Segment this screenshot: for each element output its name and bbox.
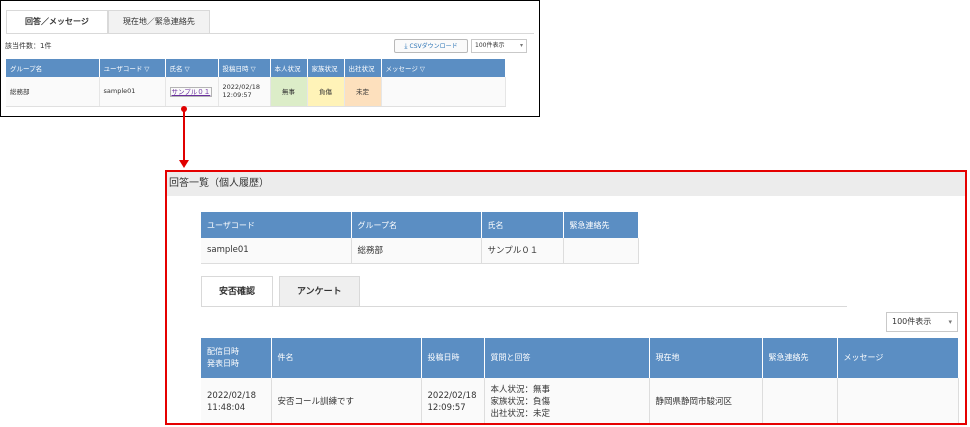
col-posted[interactable]: 投稿日時 ▽: [218, 59, 271, 77]
answer-self: 本人状況：無事: [490, 385, 551, 395]
tab-divider: [201, 306, 847, 307]
arrow-down-icon: [179, 160, 189, 168]
tab-responses-messages[interactable]: 回答／メッセージ: [6, 10, 108, 34]
chevron-down-icon: ▾: [948, 318, 952, 326]
col-group: グループ名: [6, 59, 100, 77]
cell-posted: 2022/02/18 12:09:57: [421, 378, 485, 423]
cell-name: サンプル０１: [481, 238, 564, 264]
download-icon: ⤓: [404, 42, 408, 50]
response-history-table: 配信日時 発表日時 件名 投稿日時 質問と回答 現在地 緊急連絡先 メッセージ …: [201, 338, 959, 423]
tab-survey[interactable]: アンケート: [279, 276, 360, 306]
arrow-line: [183, 108, 185, 162]
tab-safety-check[interactable]: 安否確認: [201, 276, 274, 306]
tab-divider: [6, 33, 534, 34]
csv-download-button[interactable]: ⤓ CSVダウンロード: [394, 39, 468, 53]
answer-family: 家族状況：負傷: [490, 397, 551, 407]
col-office-status: 出社状況: [344, 59, 382, 77]
user-name-link[interactable]: サンプル０１: [169, 87, 213, 98]
col-user-code[interactable]: ユーザコード ▽: [99, 59, 166, 77]
chevron-down-icon: ▾: [519, 42, 523, 49]
page-size-value: 100件表示: [475, 42, 505, 49]
col-user-code: ユーザコード: [201, 212, 352, 238]
table-header-row: グループ名 ユーザコード ▽ 氏名 ▽ 投稿日時 ▽ 本人状況 家族状況 出社状…: [6, 59, 506, 77]
detail-tab-bar: 安否確認 アンケート: [201, 276, 366, 306]
col-emergency: 緊急連絡先: [762, 338, 838, 378]
cell-emergency: [563, 238, 639, 264]
cell-location: 静岡県静岡市駿河区: [649, 378, 763, 423]
col-announced-label: 発表日時: [207, 359, 239, 368]
status-badge-office: 未定: [344, 77, 382, 107]
cell-user-code: sample01: [99, 77, 166, 107]
cell-subject: 安否コール訓練です: [271, 378, 422, 423]
col-qa: 質問と回答: [484, 338, 650, 378]
cell-qa: 本人状況：無事 家族状況：負傷 出社状況：未定: [484, 378, 650, 423]
answer-office: 出社状況：未定: [490, 409, 551, 419]
top-screenshot-panel: 回答／メッセージ 現在地／緊急連絡先 該当件数：1件 ⤓ CSVダウンロード 10…: [0, 0, 540, 117]
cell-user-code: sample01: [201, 238, 352, 264]
result-count: 該当件数：1件: [5, 42, 52, 50]
cell-group: 総務部: [351, 238, 482, 264]
col-name[interactable]: 氏名 ▽: [165, 59, 219, 77]
status-badge-self: 無事: [270, 77, 308, 107]
cell-emergency: [762, 378, 838, 423]
table-row: 総務部 sample01 サンプル０１ 2022/02/18 12:09:57 …: [6, 77, 506, 107]
cell-delivered: 2022/02/18 11:48:04: [201, 378, 272, 423]
detail-screenshot-panel: 回答一覧（個人履歴） ユーザコード グループ名 氏名 緊急連絡先 sample0…: [165, 170, 967, 425]
col-location: 現在地: [649, 338, 763, 378]
table-header-row: ユーザコード グループ名 氏名 緊急連絡先: [201, 212, 639, 238]
page-size-select[interactable]: 100件表示 ▾: [471, 39, 527, 53]
cell-message: [837, 378, 959, 423]
cell-posted: 2022/02/18 12:09:57: [218, 77, 271, 107]
col-delivered: 配信日時 発表日時: [201, 338, 272, 378]
table-row: 2022/02/18 11:48:04 安否コール訓練です 2022/02/18…: [201, 378, 959, 423]
table-header-row: 配信日時 発表日時 件名 投稿日時 質問と回答 現在地 緊急連絡先 メッセージ: [201, 338, 959, 378]
page-title: 回答一覧（個人履歴）: [167, 172, 965, 196]
page-size-select[interactable]: 100件表示 ▾: [886, 312, 958, 332]
posted-date: 2022/02/18: [427, 391, 477, 401]
cell-group: 総務部: [6, 77, 100, 107]
col-name: 氏名: [481, 212, 564, 238]
delivered-time: 11:48:04: [207, 403, 246, 413]
status-badge-family: 負傷: [307, 77, 345, 107]
response-list-table: グループ名 ユーザコード ▽ 氏名 ▽ 投稿日時 ▽ 本人状況 家族状況 出社状…: [6, 59, 506, 107]
col-group: グループ名: [351, 212, 482, 238]
cell-name: サンプル０１: [165, 77, 219, 107]
col-family-status: 家族状況: [307, 59, 345, 77]
table-row: sample01 総務部 サンプル０１: [201, 238, 639, 264]
posted-time: 12:09:57: [427, 403, 466, 413]
col-message[interactable]: メッセージ ▽: [381, 59, 506, 77]
top-tab-bar: 回答／メッセージ 現在地／緊急連絡先: [6, 10, 210, 34]
page-size-value: 100件表示: [892, 317, 932, 326]
col-subject: 件名: [271, 338, 422, 378]
col-self-status: 本人状況: [270, 59, 308, 77]
tab-location-emergency[interactable]: 現在地／緊急連絡先: [107, 10, 210, 34]
col-posted: 投稿日時: [421, 338, 485, 378]
col-message: メッセージ: [837, 338, 959, 378]
posted-date: 2022/02/18: [222, 83, 260, 92]
cell-message: [381, 77, 506, 107]
col-emergency: 緊急連絡先: [563, 212, 639, 238]
col-delivered-label: 配信日時: [207, 347, 239, 356]
delivered-date: 2022/02/18: [207, 391, 256, 401]
user-info-table: ユーザコード グループ名 氏名 緊急連絡先 sample01 総務部 サンプル０…: [201, 212, 639, 264]
posted-time: 12:09:57: [222, 91, 252, 100]
csv-download-label: CSVダウンロード: [409, 43, 458, 50]
